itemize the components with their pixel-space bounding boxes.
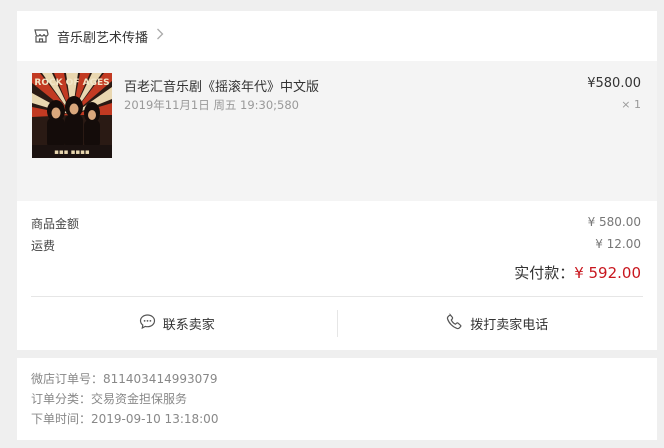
action-bar: 联系卖家 拨打卖家电话 [17, 297, 657, 350]
chat-bubble-icon [139, 313, 163, 334]
phone-icon [446, 313, 470, 334]
order-category: 订单分类：交易资金担保服务 [31, 392, 188, 406]
order-time: 下单时间：2019-09-10 13:18:00 [31, 412, 219, 426]
product-item[interactable]: ▪▪▪ ▪▪▪▪ ROCK OF AGES 百老汇音乐剧《摇滚年代》中文版 20… [17, 61, 657, 201]
total-paid-value: ¥ 592.00 [574, 264, 641, 282]
total-paid: 实付款：¥ 592.00 [514, 262, 641, 283]
shipping-value: ¥ 12.00 [595, 237, 641, 251]
call-seller-button[interactable]: 拨打卖家电话 [338, 297, 658, 350]
contact-seller-label: 联系卖家 [162, 318, 215, 333]
chevron-right-icon [156, 28, 164, 44]
goods-amount-row: 商品金额 ¥ 580.00 [31, 215, 641, 232]
shipping-label: 运费 [31, 239, 56, 253]
total-paid-label: 实付款： [514, 264, 575, 282]
order-number: 微店订单号：811403414993079 [31, 372, 218, 386]
order-info-card: 微店订单号：811403414993079 订单分类：交易资金担保服务 下单时间… [17, 358, 657, 440]
shipping-row: 运费 ¥ 12.00 [31, 237, 641, 254]
product-thumbnail: ▪▪▪ ▪▪▪▪ ROCK OF AGES [32, 73, 112, 158]
call-seller-label: 拨打卖家电话 [470, 318, 549, 333]
product-sku: 2019年11月1日 周五 19:30;580 [124, 98, 299, 112]
contact-seller-button[interactable]: 联系卖家 [17, 297, 337, 350]
product-price: ¥580.00 [587, 76, 641, 91]
svg-text:▪▪▪ ▪▪▪▪: ▪▪▪ ▪▪▪▪ [54, 148, 90, 156]
product-title: 百老汇音乐剧《摇滚年代》中文版 [124, 80, 320, 95]
product-quantity: × 1 [621, 98, 641, 111]
shop-header[interactable]: 音乐剧艺术传播 [17, 11, 657, 61]
shop-name: 音乐剧艺术传播 [57, 30, 149, 46]
poster-title-text: ROCK OF AGES [34, 78, 109, 88]
goods-amount-value: ¥ 580.00 [587, 215, 641, 229]
goods-amount-label: 商品金额 [31, 217, 80, 231]
shop-icon [33, 28, 49, 44]
order-card: 音乐剧艺术传播 ▪▪▪ ▪▪▪▪ ROCK OF AGES 百老汇音乐剧《摇滚年… [17, 11, 657, 350]
